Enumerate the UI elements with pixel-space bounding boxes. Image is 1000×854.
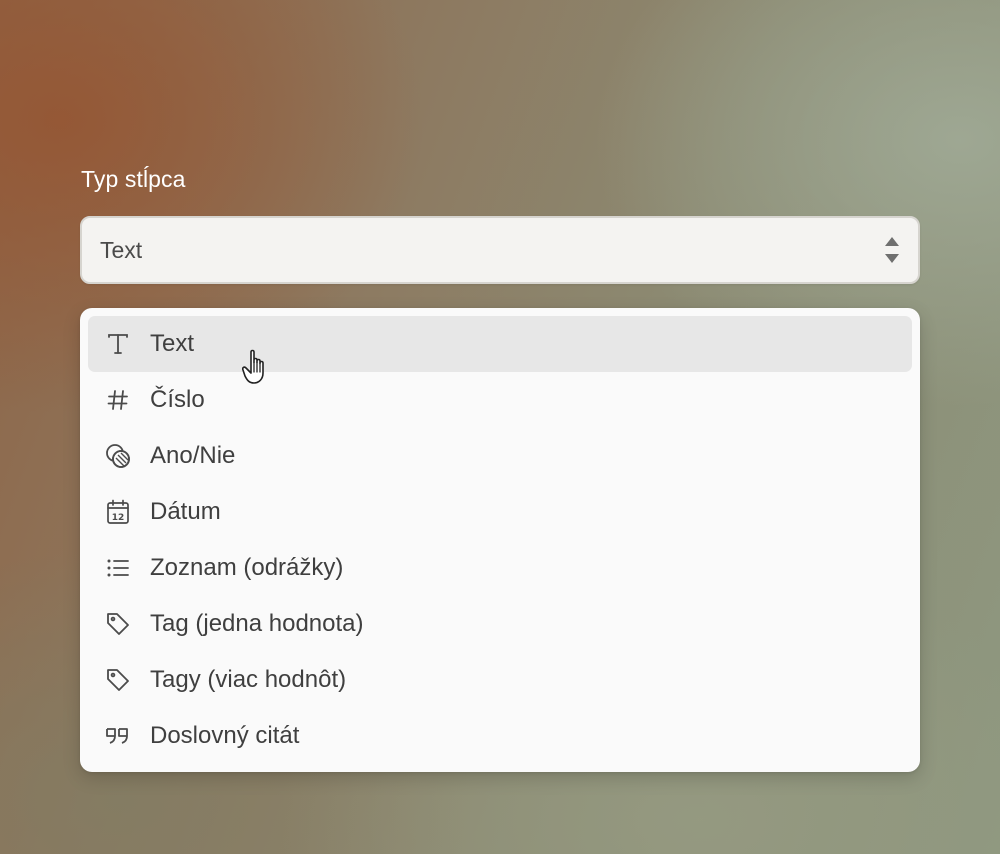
column-type-label: Typ stĺpca — [81, 166, 186, 192]
option-label: Doslovný citát — [150, 722, 300, 749]
option-label: Ano/Nie — [150, 442, 236, 469]
select-value: Text — [100, 236, 143, 263]
tag-icon — [104, 610, 132, 638]
toggle-circles-icon — [104, 442, 132, 470]
option-text[interactable]: Text — [88, 316, 912, 372]
text-icon — [104, 330, 132, 358]
option-label: Číslo — [150, 386, 205, 413]
option-number[interactable]: Číslo — [88, 372, 912, 428]
option-tag-single[interactable]: Tag (jedna hodnota) — [88, 596, 912, 652]
column-type-select[interactable]: Text — [80, 216, 920, 284]
option-label: Dátum — [150, 498, 221, 525]
sort-arrows-icon — [884, 235, 900, 265]
quote-icon — [104, 722, 132, 750]
column-type-dropdown-menu: Text Číslo Ano/Nie 12 Dátum Zoznam (odrá… — [80, 308, 920, 772]
option-label: Zoznam (odrážky) — [150, 554, 344, 581]
option-date[interactable]: 12 Dátum — [88, 484, 912, 540]
option-tags-multi[interactable]: Tagy (viac hodnôt) — [88, 652, 912, 708]
option-label: Text — [150, 330, 195, 357]
svg-text:12: 12 — [112, 513, 125, 523]
option-label: Tagy (viac hodnôt) — [150, 666, 347, 693]
hash-icon — [104, 386, 132, 414]
option-yes-no[interactable]: Ano/Nie — [88, 428, 912, 484]
calendar-icon: 12 — [104, 498, 132, 526]
option-label: Tag (jedna hodnota) — [150, 610, 364, 637]
tag-icon — [104, 666, 132, 694]
option-list[interactable]: Zoznam (odrážky) — [88, 540, 912, 596]
list-icon — [104, 554, 132, 582]
hand-pointer-icon — [241, 348, 276, 386]
option-quote[interactable]: Doslovný citát — [88, 708, 912, 764]
